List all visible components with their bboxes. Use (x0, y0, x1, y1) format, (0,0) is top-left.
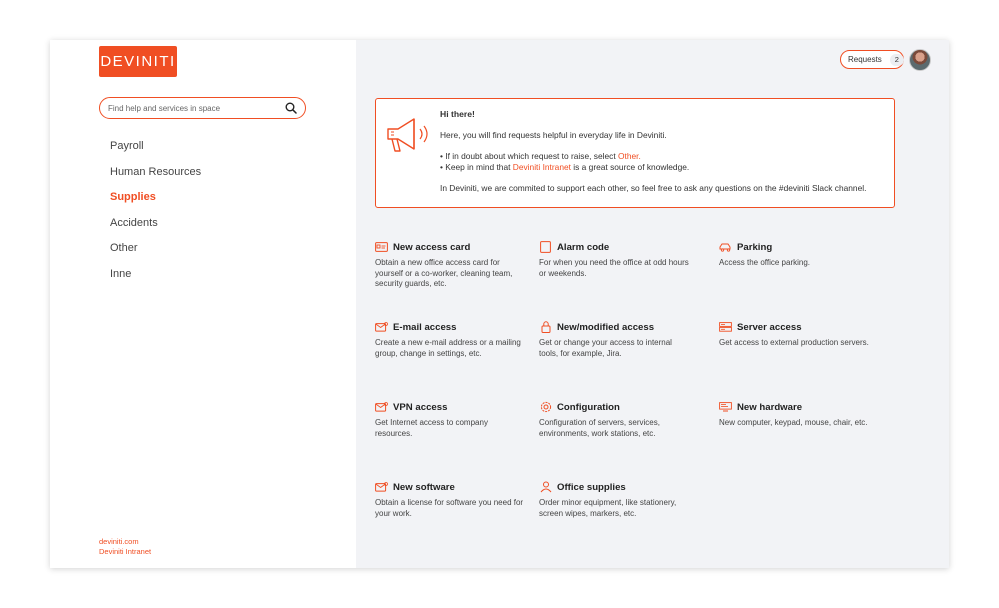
card-title[interactable]: Configuration (557, 402, 620, 413)
card-title[interactable]: Office supplies (557, 482, 626, 493)
card-title[interactable]: VPN access (393, 402, 447, 413)
card-description: Order minor equipment, like stationery, … (539, 498, 677, 518)
search-icon[interactable] (285, 102, 297, 114)
nav-item-human-resources[interactable]: Human Resources (110, 165, 201, 191)
banner-title: Hi there! (440, 109, 475, 119)
card-description: Get access to external production server… (719, 338, 869, 347)
keypad-icon (539, 241, 552, 253)
card-title[interactable]: E-mail access (393, 322, 456, 333)
software-icon (375, 481, 388, 493)
nav-item-other[interactable]: Other (110, 241, 201, 267)
footer-link-intranet[interactable]: Deviniti Intranet (99, 547, 151, 557)
card-description: Get Internet access to company resources… (375, 418, 488, 438)
card-title[interactable]: Server access (737, 322, 802, 333)
card-description: Access the office parking. (719, 258, 811, 267)
card-title[interactable]: New access card (393, 242, 470, 253)
card-description: Obtain a license for software you need f… (375, 498, 524, 518)
request-type-office-supplies[interactable]: Office supplies Order minor equipment, l… (539, 480, 689, 519)
card-description: New computer, keypad, mouse, chair, etc. (719, 418, 868, 427)
card-description: Get or change your access to internal to… (539, 338, 672, 358)
requests-label: Requests (848, 55, 882, 64)
card-title[interactable]: Alarm code (557, 242, 609, 253)
nav-item-inne[interactable]: Inne (110, 267, 201, 293)
car-icon (719, 241, 732, 253)
sidebar-footer: deviniti.com Deviniti Intranet (99, 537, 151, 557)
nav-item-payroll[interactable]: Payroll (110, 139, 201, 165)
request-type-server-access[interactable]: Server access Get access to external pro… (719, 320, 869, 349)
gear-icon (539, 401, 552, 413)
banner-intro: Here, you will find requests helpful in … (440, 130, 667, 140)
supplies-icon (539, 481, 552, 493)
sidebar: DEVINITI Payroll Human Resources Supplie… (50, 40, 356, 568)
banner-closing: In Deviniti, we are commited to support … (440, 183, 867, 193)
card-description: For when you need the office at odd hour… (539, 258, 689, 278)
other-link[interactable]: Other. (618, 151, 641, 161)
request-type-parking[interactable]: Parking Access the office parking. (719, 240, 869, 269)
request-type-new-access-card[interactable]: New access card Obtain a new office acce… (375, 240, 525, 290)
footer-link-deviniti[interactable]: deviniti.com (99, 537, 151, 547)
card-title[interactable]: New/modified access (557, 322, 654, 333)
requests-count-badge: 2 (889, 53, 904, 66)
card-title[interactable]: New hardware (737, 402, 802, 413)
request-type-alarm-code[interactable]: Alarm code For when you need the office … (539, 240, 689, 279)
request-type-new-hardware[interactable]: New hardware New computer, keypad, mouse… (719, 400, 869, 429)
request-type-email-access[interactable]: E-mail access Create a new e-mail addres… (375, 320, 525, 359)
hardware-icon (719, 401, 732, 413)
request-type-vpn-access[interactable]: VPN access Get Internet access to compan… (375, 400, 525, 439)
deviniti-logo[interactable]: DEVINITI (99, 46, 177, 77)
card-description: Create a new e-mail address or a mailing… (375, 338, 521, 358)
request-type-new-modified-access[interactable]: New/modified access Get or change your a… (539, 320, 689, 359)
card-title[interactable]: Parking (737, 242, 772, 253)
megaphone-icon (387, 118, 428, 152)
requests-button[interactable]: Requests 2 (840, 50, 904, 69)
banner-text: Hi there! Here, you will find requests h… (440, 109, 890, 194)
email-icon (375, 321, 388, 333)
user-avatar[interactable] (909, 49, 931, 71)
app-frame: DEVINITI Payroll Human Resources Supplie… (50, 40, 949, 568)
banner-bullet-2: • Keep in mind that Deviniti Intranet is… (440, 162, 690, 172)
search-box[interactable] (99, 97, 306, 119)
request-type-new-software[interactable]: New software Obtain a license for softwa… (375, 480, 525, 519)
card-title[interactable]: New software (393, 482, 455, 493)
nav-item-supplies[interactable]: Supplies (110, 190, 201, 216)
vpn-icon (375, 401, 388, 413)
welcome-banner: Hi there! Here, you will find requests h… (375, 98, 895, 208)
category-nav: Payroll Human Resources Supplies Acciden… (110, 139, 201, 293)
intranet-link[interactable]: Deviniti Intranet (513, 162, 571, 172)
card-description: Obtain a new office access card for your… (375, 258, 513, 288)
server-icon (719, 321, 732, 333)
lock-icon (539, 321, 552, 333)
nav-item-accidents[interactable]: Accidents (110, 216, 201, 242)
search-input[interactable] (108, 103, 285, 113)
id-card-icon (375, 241, 388, 253)
card-description: Configuration of servers, services, envi… (539, 418, 660, 438)
request-type-configuration[interactable]: Configuration Configuration of servers, … (539, 400, 689, 439)
banner-bullet-1: • If in doubt about which request to rai… (440, 151, 641, 161)
main-content: Requests 2 Hi there! Here, you will find… (356, 40, 949, 568)
